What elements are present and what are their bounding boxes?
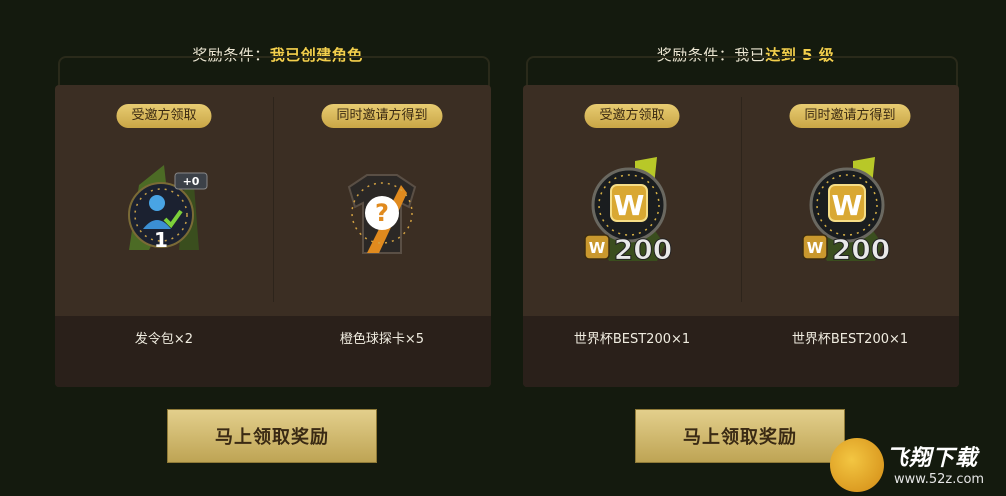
reward-panel-level-5: 奖励条件：我已达到 5 级 受邀方领取 W W 200 世界杯BEST200×1…	[523, 0, 968, 496]
svg-text:W: W	[614, 189, 645, 222]
claim-reward-button[interactable]: 马上领取奖励	[635, 409, 845, 463]
panel-frame	[58, 56, 490, 88]
reward-slot-inviter: 同时邀请方得到 W W 200 世界杯BEST200×1	[741, 85, 959, 387]
svg-text:W: W	[807, 239, 824, 257]
recipient-badge: 受邀方领取	[116, 104, 212, 128]
level-tag: +0	[183, 175, 200, 188]
reward-slot-invitee: 受邀方领取 W W 200 世界杯BEST200×1	[523, 85, 741, 387]
reward-card: 受邀方领取 1 +0 发令包×2 同时邀请方得到 ? 橙色球探卡×5	[55, 85, 491, 387]
item-name: 世界杯BEST200×1	[791, 332, 909, 347]
recipient-badge: 同时邀请方得到	[321, 104, 443, 128]
claim-reward-button[interactable]: 马上领取奖励	[167, 409, 377, 463]
svg-text:200: 200	[614, 233, 672, 266]
watermark-url: www.52z.com	[894, 472, 985, 487]
svg-text:W: W	[589, 239, 606, 257]
svg-text:W: W	[832, 189, 863, 222]
watermark-brand: 飞翔下载	[886, 446, 979, 471]
reward-panel-create-role: 奖励条件：我已创建角色 受邀方领取 1 +0 发令包×2 同时邀请方得到 ? 橙…	[55, 0, 500, 496]
panel-frame	[526, 56, 958, 88]
trophy-medal-icon: 1 +0	[109, 155, 219, 270]
w200-badge-icon: W W 200	[577, 155, 687, 270]
item-name: 发令包×2	[134, 332, 194, 347]
svg-text:200: 200	[832, 233, 890, 266]
w200-badge-icon: W W 200	[795, 155, 905, 270]
mystery-jersey-icon: ?	[327, 155, 437, 270]
reward-slot-invitee: 受邀方领取 1 +0 发令包×2	[55, 85, 273, 387]
recipient-badge: 受邀方领取	[584, 104, 680, 128]
brand-logo-icon	[830, 438, 884, 492]
svg-text:?: ?	[375, 199, 389, 227]
recipient-badge: 同时邀请方得到	[789, 104, 911, 128]
svg-text:1: 1	[154, 228, 168, 252]
reward-card: 受邀方领取 W W 200 世界杯BEST200×1 同时邀请方得到 W W 2…	[523, 85, 959, 387]
reward-slot-inviter: 同时邀请方得到 ? 橙色球探卡×5	[273, 85, 491, 387]
site-watermark: 飞翔下载 www.52z.com	[830, 434, 1006, 496]
item-name: 橙色球探卡×5	[339, 332, 425, 347]
item-name: 世界杯BEST200×1	[573, 332, 691, 347]
